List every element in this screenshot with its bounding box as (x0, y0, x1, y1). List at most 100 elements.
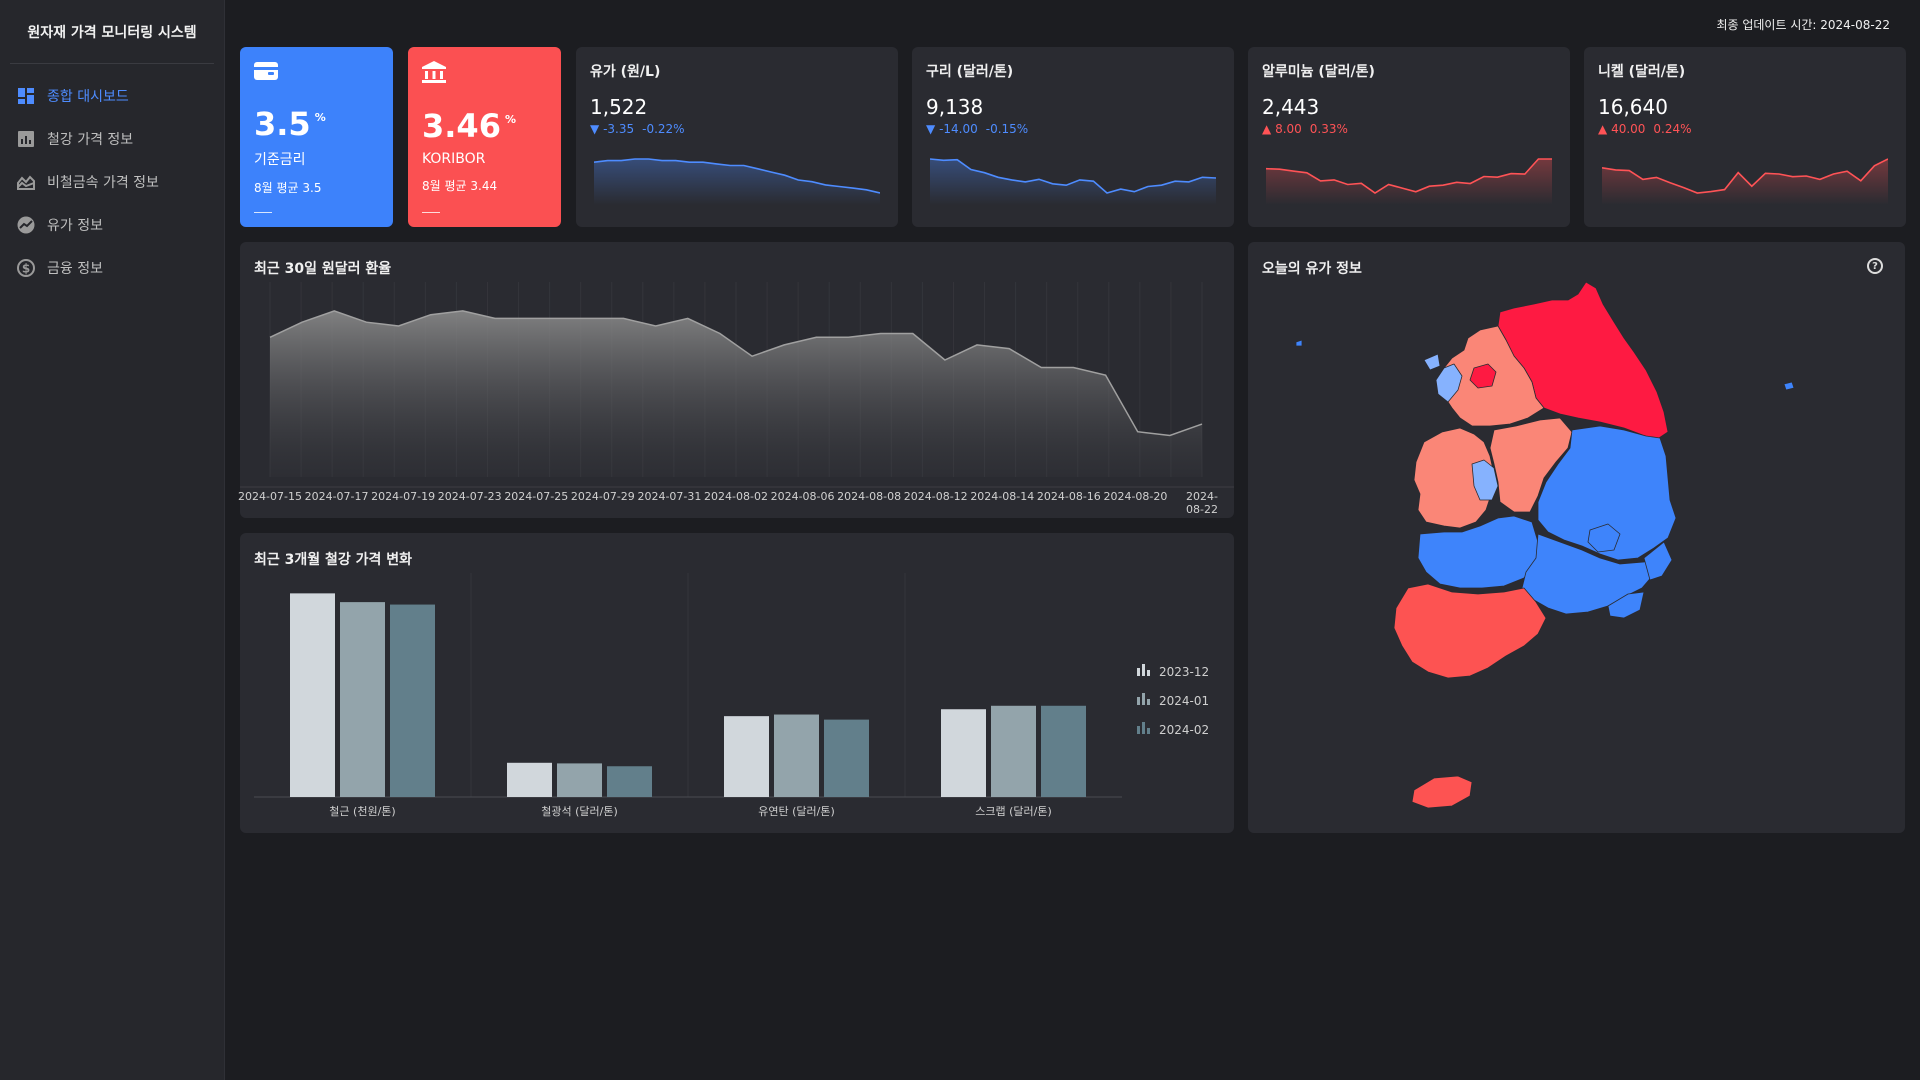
fx-area-chart[interactable] (240, 242, 1234, 518)
last-updated: 최종 업데이트 시간: 2024-08-22 (1716, 18, 1890, 32)
legend-item[interactable]: 2023-12 (1137, 657, 1209, 686)
koribor-average: 8월 평균 3.44 (422, 179, 498, 193)
sidebar-item-oil[interactable]: 유가 정보 (0, 203, 224, 246)
region-island (1295, 339, 1303, 347)
mini-card-value: 16,640 (1598, 95, 1668, 119)
fx-rate-panel: 최근 30일 원달러 환율 2024-07-15 2024-07-17 2024-0… (238, 242, 1234, 518)
x-tick-label: 2024-07-25 (504, 490, 569, 503)
bar (557, 763, 602, 797)
copper-price-card[interactable]: 구리 (달러/톤) 9,138 ▼ -14.00 -0.15% (912, 47, 1234, 227)
oil-price-card[interactable]: 유가 (원/L) 1,522 ▼ -3.35 -0.22% (576, 47, 898, 227)
sidebar-item-dashboard[interactable]: 종합 대시보드 (0, 74, 224, 117)
change-percent: -0.15% (985, 122, 1029, 136)
sidebar: 원자재 가격 모니터링 시스템 종합 대시보드 철강 가격 정보 비철금속 가격… (0, 0, 225, 1080)
x-tick-label: 2024-07-19 (371, 490, 436, 503)
copper-sparkline (930, 158, 1216, 205)
category-label: 스크랩 (달러/톤) (975, 805, 1052, 818)
mini-card-change: ▼ -14.00 -0.15% (926, 122, 1220, 136)
bar (390, 604, 435, 797)
steel-bar-chart[interactable] (240, 533, 1234, 833)
legend-label: 2024-01 (1159, 693, 1210, 708)
x-tick-label: 2024-07-17 (304, 490, 369, 503)
mini-card-title: 알루미늄 (달러/톤) (1262, 64, 1375, 80)
aluminum-price-card[interactable]: 알루미늄 (달러/톤) 2,443 ▲ 8.00 0.33% (1248, 47, 1570, 227)
sidebar-item-label: 철강 가격 정보 (47, 131, 134, 148)
bar (340, 602, 385, 797)
mini-card-value: 1,522 (590, 95, 648, 119)
mini-card-change: ▼ -3.35 -0.22% (590, 122, 884, 136)
change-amount: -14.00 (939, 122, 978, 136)
bar-legend-icon (1137, 693, 1151, 708)
legend-label: 2023-12 (1159, 664, 1210, 679)
change-amount: -3.35 (603, 122, 635, 136)
mini-card-change: ▲ 8.00 0.33% (1262, 122, 1556, 136)
bar (941, 709, 986, 797)
legend-label: 2024-02 (1159, 722, 1210, 737)
area-chart-icon (16, 172, 36, 192)
base-rate-label: 기준금리 (254, 152, 306, 168)
down-triangle-icon: ▼ (590, 122, 600, 136)
bar-legend-icon (1137, 664, 1151, 679)
sidebar-item-label: 종합 대시보드 (47, 88, 129, 105)
change-amount: 40.00 (1611, 122, 1646, 136)
x-tick-label: 2024-07-23 (437, 490, 502, 503)
sidebar-item-label: 금융 정보 (47, 260, 103, 277)
up-triangle-icon: ▲ (1262, 122, 1272, 136)
x-tick-label: 2024-07-15 (238, 490, 302, 503)
sidebar-nav: 종합 대시보드 철강 가격 정보 비철금속 가격 정보 유가 정보 $ 금융 정… (0, 74, 224, 289)
mini-card-title: 구리 (달러/톤) (926, 64, 1014, 80)
x-tick-label: 2024-08-22 (1186, 490, 1218, 516)
bar (724, 716, 769, 797)
sidebar-item-nonferrous[interactable]: 비철금속 가격 정보 (0, 160, 224, 203)
trend-icon (16, 215, 36, 235)
change-percent: 0.24% (1653, 122, 1692, 136)
sidebar-item-label: 비철금속 가격 정보 (47, 174, 159, 191)
nickel-sparkline (1602, 158, 1888, 205)
x-tick-label: 2024-08-14 (970, 490, 1035, 503)
mini-card-value: 2,443 (1262, 95, 1320, 119)
category-label: 철광석 (달러/톤) (541, 805, 618, 818)
base-rate-card[interactable]: 3.5% 기준금리 8월 평균 3.5 (240, 47, 393, 227)
x-tick-label: 2024-08-02 (704, 490, 768, 503)
nickel-price-card[interactable]: 니켈 (달러/톤) 16,640 ▲ 40.00 0.24% (1584, 47, 1906, 227)
koribor-card[interactable]: 3.46% KORIBOR 8월 평균 3.44 (408, 47, 561, 227)
bar-chart-icon (16, 129, 36, 149)
legend-item[interactable]: 2024-02 (1137, 715, 1209, 744)
koribor-value: 3.46 (422, 107, 501, 145)
x-tick-label: 2024-08-08 (837, 490, 902, 503)
sidebar-item-finance[interactable]: $ 금융 정보 (0, 246, 224, 289)
sidebar-item-steel[interactable]: 철강 가격 정보 (0, 117, 224, 160)
bank-icon (422, 61, 446, 87)
x-tick-label: 2024-07-31 (637, 490, 702, 503)
oil-map-panel: 오늘의 유가 정보 ? (1248, 242, 1905, 833)
bar (507, 762, 552, 797)
x-tick-label: 2024-08-20 (1103, 490, 1168, 503)
card-divider (422, 212, 440, 213)
base-rate-value: 3.5 (254, 105, 311, 143)
koribor-label: KORIBOR (422, 151, 486, 167)
change-percent: 0.33% (1309, 122, 1348, 136)
finance-icon: $ (16, 258, 36, 278)
change-amount: 8.00 (1275, 122, 1302, 136)
card-divider (254, 212, 272, 213)
sparkline-area (1266, 159, 1552, 205)
steel-legend: 2023-12 2024-01 2024-02 (1137, 657, 1209, 744)
bar (824, 719, 869, 797)
bar (1041, 705, 1086, 797)
change-percent: -0.22% (642, 122, 685, 136)
bar (991, 705, 1036, 797)
bar (774, 714, 819, 797)
sparkline-area (1602, 159, 1888, 205)
korea-map (1295, 281, 1795, 809)
mini-card-value: 9,138 (926, 95, 984, 119)
category-label: 유연탄 (달러/톤) (758, 805, 835, 818)
base-rate-unit: % (314, 111, 326, 124)
region-jeonnam (1393, 583, 1547, 679)
mini-card-title: 니켈 (달러/톤) (1598, 64, 1686, 80)
legend-item[interactable]: 2024-01 (1137, 686, 1209, 715)
x-tick-label: 2024-08-16 (1036, 490, 1101, 503)
steel-price-panel: 최근 3개월 철강 가격 변화 철근 (천원/톤) 철광석 (달러/톤) 유연탄 (… (240, 533, 1234, 833)
category-label: 철근 (천원/톤) (329, 805, 396, 818)
region-jeonbuk (1417, 515, 1539, 589)
up-triangle-icon: ▲ (1598, 122, 1608, 136)
